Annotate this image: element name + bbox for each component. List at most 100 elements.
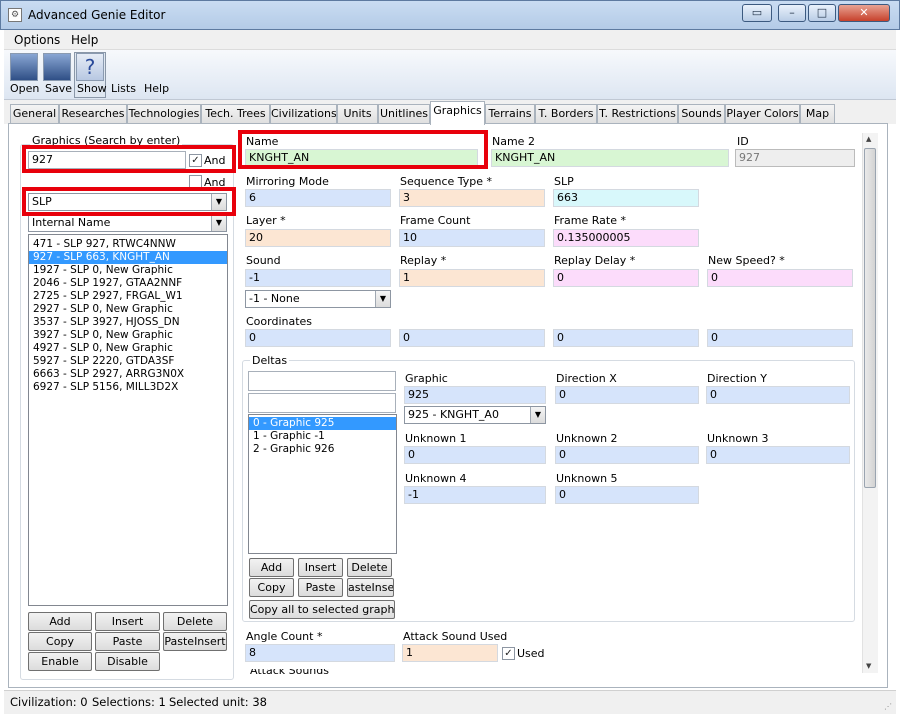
delta-insert-button[interactable]: Insert [298, 558, 343, 577]
coordinate-field-4[interactable]: 0 [707, 329, 853, 347]
sequence-type-field[interactable]: 3 [399, 189, 545, 207]
close-icon[interactable]: ✕ [838, 4, 890, 22]
direction-y-field[interactable]: 0 [706, 386, 850, 404]
tab-sounds[interactable]: Sounds [678, 104, 725, 124]
unknown-5-field[interactable]: 0 [555, 486, 699, 504]
scroll-up-icon[interactable]: ▲ [866, 135, 871, 143]
replay-label: Replay * [400, 254, 447, 267]
delta-delete-button[interactable]: Delete [347, 558, 392, 577]
unknown-1-field[interactable]: 0 [404, 446, 546, 464]
coordinate-field-2[interactable]: 0 [399, 329, 545, 347]
layer-label: Layer * [246, 214, 286, 227]
graphics-list[interactable]: 471 - SLP 927, RTWC4NNW 927 - SLP 663, K… [28, 234, 228, 606]
add-button[interactable]: Add [28, 612, 92, 631]
tab-units[interactable]: Units [337, 104, 378, 124]
list-item[interactable]: 471 - SLP 927, RTWC4NNW [29, 238, 227, 251]
save-button[interactable]: Save [45, 82, 72, 95]
delta-paste-insert-button[interactable]: asteInser [347, 578, 394, 597]
list-item-selected[interactable]: 927 - SLP 663, KNGHT_AN [29, 251, 227, 264]
maximize-icon[interactable]: □ [808, 4, 836, 22]
list-item[interactable]: 4927 - SLP 0, New Graphic [29, 342, 227, 355]
enable-button[interactable]: Enable [28, 652, 92, 671]
save-icon[interactable] [43, 53, 71, 81]
tab-unitlines[interactable]: Unitlines [378, 104, 430, 124]
disable-button[interactable]: Disable [95, 652, 160, 671]
tab-map[interactable]: Map [800, 104, 835, 124]
frame-count-field[interactable]: 10 [399, 229, 545, 247]
list-item[interactable]: 6927 - SLP 5156, MILL3D2X [29, 381, 227, 394]
list-item-selected[interactable]: 0 - Graphic 925 [249, 417, 396, 430]
sound-field[interactable]: -1 [245, 269, 391, 287]
tab-t-borders[interactable]: T. Borders [535, 104, 597, 124]
list-item[interactable]: 3927 - SLP 0, New Graphic [29, 329, 227, 342]
tab-t-restrictions[interactable]: T. Restrictions [597, 104, 678, 124]
deltas-list[interactable]: 0 - Graphic 925 1 - Graphic -1 2 - Graph… [248, 414, 397, 554]
tab-civilizations[interactable]: Civilizations [270, 104, 337, 124]
copy-all-to-selected-button[interactable]: Copy all to selected graphics [249, 600, 395, 619]
list-item[interactable]: 3537 - SLP 3927, HJOSS_DN [29, 316, 227, 329]
replay-field[interactable]: 1 [399, 269, 545, 287]
select-highlight [22, 187, 236, 216]
tab-player-colors[interactable]: Player Colors [725, 104, 800, 124]
minimize-icon[interactable]: – [778, 4, 806, 22]
layer-field[interactable]: 20 [245, 229, 391, 247]
list-item[interactable]: 2725 - SLP 2927, FRGAL_W1 [29, 290, 227, 303]
slp-field[interactable]: 663 [553, 189, 699, 207]
tab-technologies[interactable]: Technologies [127, 104, 201, 124]
list-item[interactable]: 2927 - SLP 0, New Graphic [29, 303, 227, 316]
restore-icon[interactable]: ▭ [742, 4, 772, 22]
list-item[interactable]: 1 - Graphic -1 [249, 430, 396, 443]
angle-count-field[interactable]: 8 [245, 644, 395, 662]
delta-graphic-field[interactable]: 925 [404, 386, 546, 404]
insert-button[interactable]: Insert [95, 612, 160, 631]
lists-button[interactable]: Lists [111, 82, 136, 95]
chevron-down-icon[interactable]: ▼ [375, 291, 390, 307]
delta-copy-button[interactable]: Copy [249, 578, 294, 597]
delta-add-button[interactable]: Add [249, 558, 294, 577]
tab-tech-trees[interactable]: Tech. Trees [201, 104, 270, 124]
chevron-down-icon[interactable]: ▼ [530, 407, 545, 423]
list-item[interactable]: 1927 - SLP 0, New Graphic [29, 264, 227, 277]
chevron-down-icon[interactable]: ▼ [211, 215, 226, 231]
new-speed-field[interactable]: 0 [707, 269, 853, 287]
unknown-4-field[interactable]: -1 [404, 486, 546, 504]
list-item[interactable]: 2 - Graphic 926 [249, 443, 396, 456]
replay-delay-field[interactable]: 0 [553, 269, 699, 287]
list-item[interactable]: 6663 - SLP 2927, ARRG3N0X [29, 368, 227, 381]
paste-insert-button[interactable]: PasteInsert [163, 632, 227, 651]
coordinate-field-3[interactable]: 0 [553, 329, 699, 347]
sound-select[interactable]: -1 - None ▼ [245, 290, 391, 308]
delete-button[interactable]: Delete [163, 612, 227, 631]
help-question-icon[interactable]: ? [76, 53, 104, 81]
delta-paste-button[interactable]: Paste [298, 578, 343, 597]
resize-grip-icon[interactable]: ⋰ [884, 702, 894, 712]
list-item[interactable]: 2046 - SLP 1927, GTAA2NNF [29, 277, 227, 290]
tab-general[interactable]: General [10, 104, 59, 124]
unknown-2-field[interactable]: 0 [555, 446, 699, 464]
menu-help[interactable]: Help [71, 33, 98, 47]
tab-terrains[interactable]: Terrains [485, 104, 535, 124]
sort-select[interactable]: Internal Name ▼ [28, 214, 227, 232]
mirroring-mode-field[interactable]: 6 [245, 189, 391, 207]
deltas-search-input-2[interactable] [248, 393, 396, 413]
menu-options[interactable]: Options [14, 33, 60, 47]
paste-button[interactable]: Paste [95, 632, 160, 651]
help-button[interactable]: Help [144, 82, 169, 95]
tab-graphics[interactable]: Graphics [430, 101, 485, 125]
open-icon[interactable] [10, 53, 38, 81]
attack-sound-used-field[interactable]: 1 [402, 644, 498, 662]
open-button[interactable]: Open [10, 82, 39, 95]
name2-field[interactable]: KNGHT_AN [491, 149, 729, 167]
frame-rate-field[interactable]: 0.135000005 [553, 229, 699, 247]
delta-graphic-select[interactable]: 925 - KNGHT_A0 ▼ [404, 406, 546, 424]
deltas-search-input[interactable] [248, 371, 396, 391]
direction-x-field[interactable]: 0 [555, 386, 699, 404]
used-checkbox[interactable]: ✓ [502, 647, 515, 660]
copy-button[interactable]: Copy [28, 632, 92, 651]
scrollbar-thumb[interactable] [864, 148, 876, 488]
coordinate-field-1[interactable]: 0 [245, 329, 391, 347]
unknown-3-field[interactable]: 0 [706, 446, 850, 464]
list-item[interactable]: 5927 - SLP 2220, GTDA3SF [29, 355, 227, 368]
scroll-down-icon[interactable]: ▼ [866, 662, 871, 670]
tab-researches[interactable]: Researches [59, 104, 127, 124]
